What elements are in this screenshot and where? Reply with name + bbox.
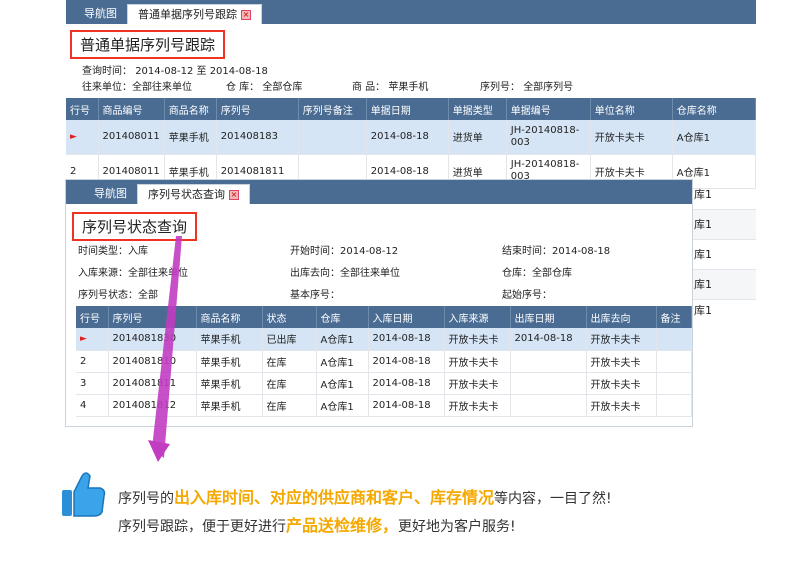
- footer-l2-b: 更好地为客户服务!: [398, 519, 516, 535]
- thumbs-up-icon: [62, 472, 106, 517]
- footer-line-1: 序列号的出入库时间、对应的供应商和客户、库存情况等内容，一目了然!: [118, 484, 612, 508]
- footer-l1-a: 序列号的: [118, 491, 174, 507]
- footer-l1-highlight: 出入库时间、对应的供应商和客户、库存情况: [174, 488, 495, 507]
- footer-l2-a: 序列号跟踪，便于更好进行: [118, 519, 286, 535]
- footer-l2-highlight: 产品送检维修，: [286, 516, 399, 535]
- footer-l1-b: 等内容，一目了然!: [494, 491, 612, 507]
- footer-line-2: 序列号跟踪，便于更好进行产品送检维修，更好地为客户服务!: [118, 512, 516, 536]
